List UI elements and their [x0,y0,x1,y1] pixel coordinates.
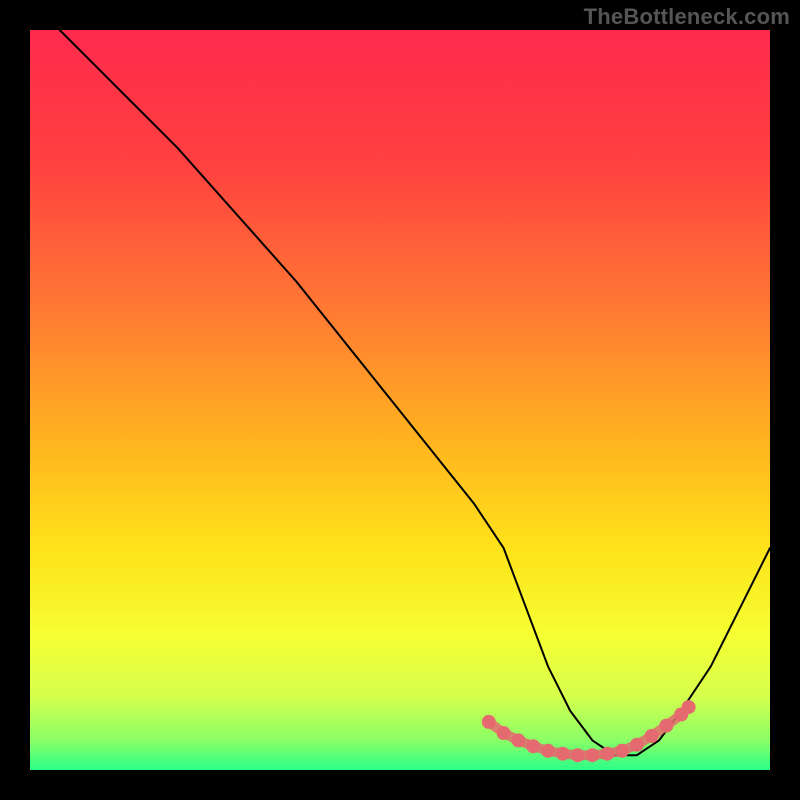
watermark-label: TheBottleneck.com [584,4,790,30]
highlight-dot [556,747,570,761]
highlight-dot [482,715,496,729]
plot-background [30,30,770,770]
highlight-dot [645,729,659,743]
highlight-dot [571,748,585,762]
highlight-dot [497,726,511,740]
highlight-dot [600,747,614,761]
highlight-dot [541,744,555,758]
highlight-dot [659,719,673,733]
chart-frame: TheBottleneck.com [0,0,800,800]
highlight-dot [682,700,696,714]
highlight-dot [630,738,644,752]
chart-canvas [0,0,800,800]
highlight-dot [511,733,525,747]
highlight-dot [585,748,599,762]
highlight-dot [615,744,629,758]
highlight-dot [526,739,540,753]
